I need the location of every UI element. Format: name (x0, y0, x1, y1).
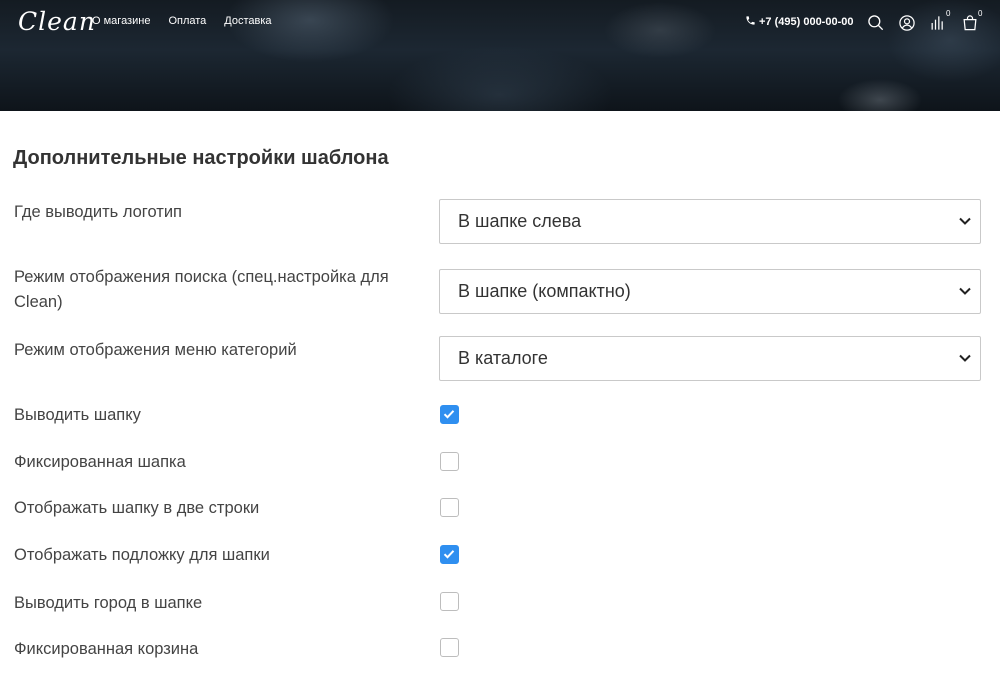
logo[interactable]: Clean (18, 7, 96, 36)
search-icon[interactable] (866, 13, 886, 33)
cart-count: 0 (978, 9, 983, 18)
cart-icon[interactable] (960, 13, 980, 33)
fixed-cart-label: Фиксированная корзина (14, 640, 199, 658)
chevron-down-icon (959, 217, 971, 225)
show-header-checkbox[interactable] (440, 405, 459, 424)
phone-icon (745, 15, 756, 29)
checkmark-icon (443, 550, 455, 559)
two-row-header-label: Отображать шапку в две строки (14, 499, 260, 517)
category-menu-mode-select[interactable]: В каталоге (439, 336, 981, 381)
fixed-cart-checkbox[interactable] (440, 638, 459, 657)
logo-position-select[interactable]: В шапке слева (439, 199, 981, 244)
search-mode-value: В шапке (компактно) (458, 281, 631, 301)
nav-link-about[interactable]: О магазине (92, 15, 150, 27)
show-city-checkbox[interactable] (440, 592, 459, 611)
header-backdrop-label: Отображать подложку для шапки (14, 546, 270, 564)
compare-icon[interactable] (928, 13, 948, 33)
header-backdrop-checkbox[interactable] (440, 545, 459, 564)
checkmark-icon (443, 410, 455, 419)
fixed-header-checkbox[interactable] (440, 452, 459, 471)
search-mode-select[interactable]: В шапке (компактно) (439, 269, 981, 314)
chevron-down-icon (959, 354, 971, 362)
site-header: Clean О магазине Оплата Доставка +7 (495… (0, 0, 1000, 111)
phone-number: +7 (495) 000-00-00 (759, 16, 854, 28)
main-nav: О магазине Оплата Доставка (92, 15, 272, 27)
fixed-header-label: Фиксированная шапка (14, 453, 186, 471)
chevron-down-icon (959, 287, 971, 295)
category-menu-mode-label: Режим отображения меню категорий (14, 341, 297, 359)
show-header-label: Выводить шапку (14, 406, 141, 424)
search-mode-label: Режим отображения поиска (спец.настройка… (14, 268, 389, 311)
phone-link[interactable]: +7 (495) 000-00-00 (745, 15, 853, 29)
show-city-label: Выводить город в шапке (14, 594, 203, 612)
logo-position-value: В шапке слева (458, 211, 582, 231)
settings-title: Дополнительные настройки шаблона (13, 147, 389, 169)
category-menu-mode-value: В каталоге (458, 348, 548, 368)
two-row-header-checkbox[interactable] (440, 498, 459, 517)
nav-link-delivery[interactable]: Доставка (224, 15, 271, 27)
compare-count: 0 (946, 9, 951, 18)
logo-position-label: Где выводить логотип (14, 203, 182, 221)
nav-link-payment[interactable]: Оплата (168, 15, 206, 27)
user-icon[interactable] (897, 13, 917, 33)
